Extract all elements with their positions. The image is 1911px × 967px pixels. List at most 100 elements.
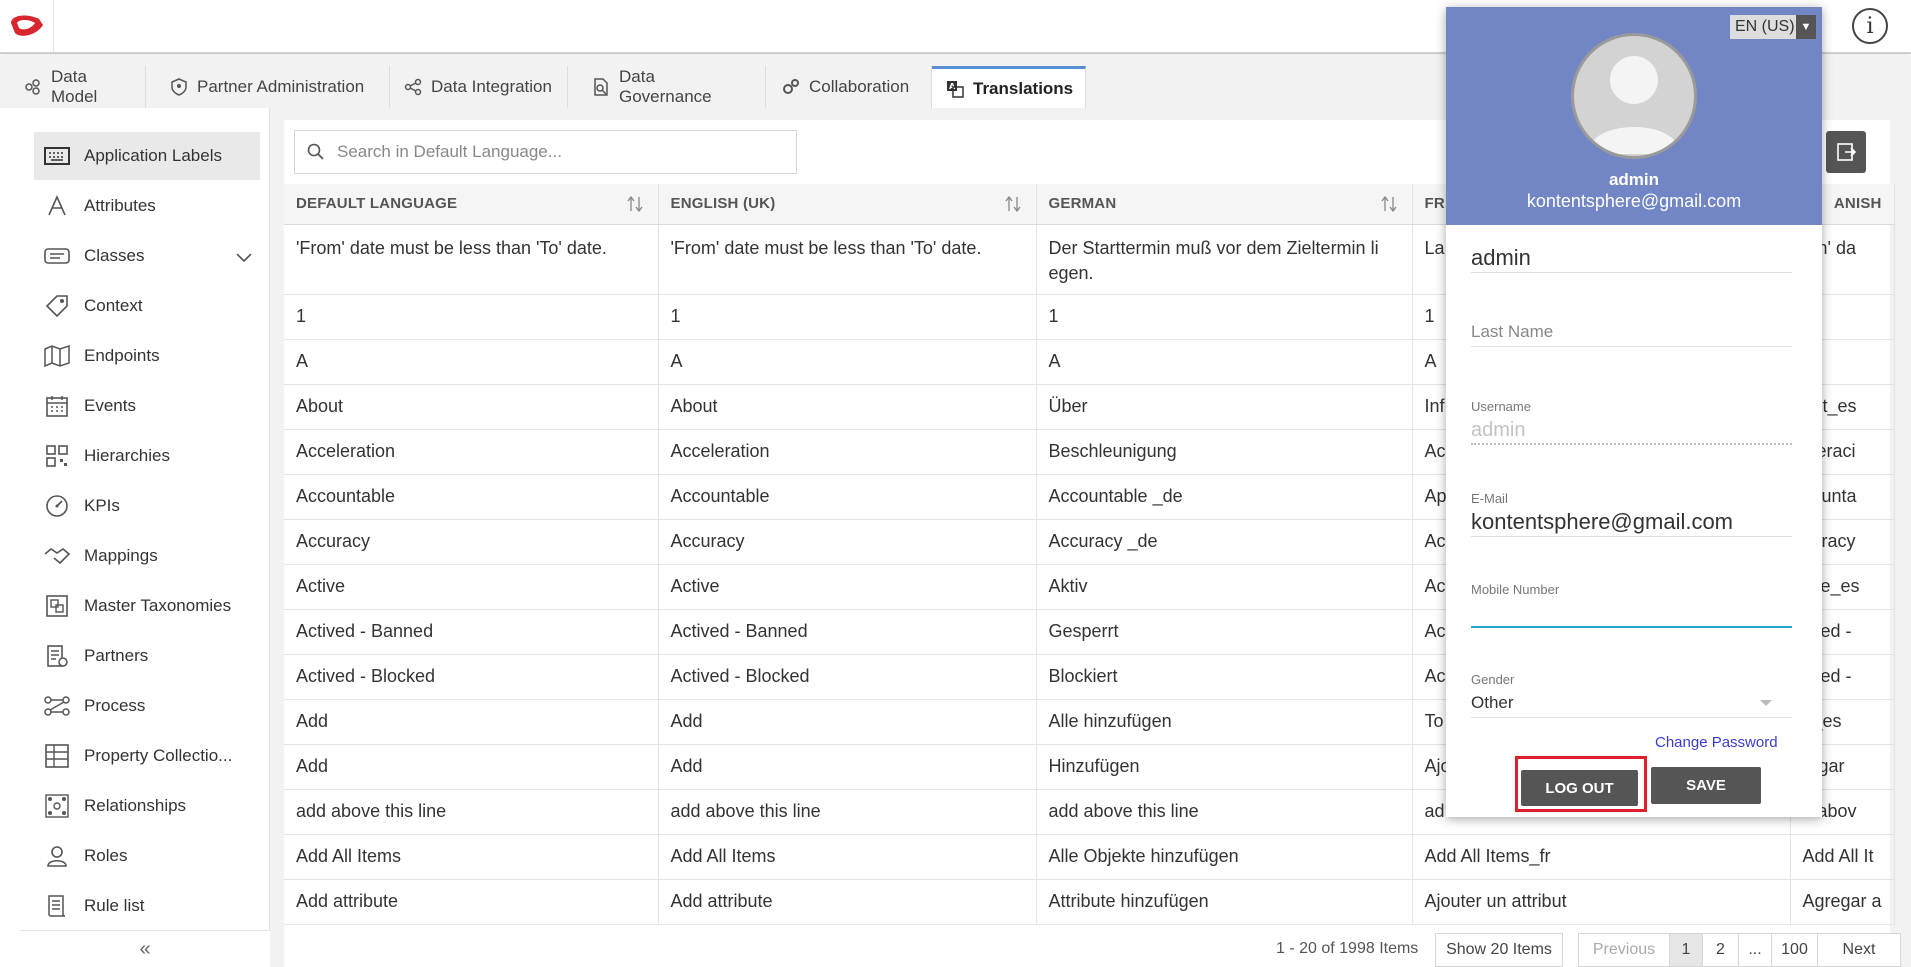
save-button[interactable]: SAVE [1651,767,1761,804]
tab-data-model[interactable]: Data Model [10,66,146,108]
app-logo[interactable] [0,0,54,52]
language-select[interactable]: EN (US) ▼ [1730,15,1816,39]
table-cell[interactable]: Add All Items [658,834,1037,880]
table-cell[interactable]: Accuracy [284,519,659,565]
table-cell[interactable]: Aktiv [1036,564,1413,610]
table-cell[interactable]: Acceleration [284,429,659,475]
column-header[interactable]: GERMAN [1036,184,1413,225]
page-button[interactable]: 1 [1669,933,1703,967]
gender-select[interactable]: Other [1471,688,1792,718]
mobile-number-field[interactable]: Mobile Number [1471,582,1792,628]
table-cell[interactable]: Actived - Blocked [284,654,659,700]
last-name-placeholder[interactable]: Last Name [1471,317,1792,347]
sidebar-item-hierarchies[interactable]: Hierarchies [34,432,260,480]
table-cell[interactable]: Beschleunigung [1036,429,1413,475]
sidebar-item-process[interactable]: Process [34,682,260,730]
first-name-field[interactable]: admin [1471,243,1792,273]
table-cell[interactable]: Accuracy [658,519,1037,565]
table-cell[interactable]: Acceleration [658,429,1037,475]
table-cell[interactable]: Add [284,744,659,790]
table-cell[interactable]: Add attribute [658,879,1037,925]
sidebar-item-partners[interactable]: Partners [34,632,260,680]
email-value[interactable]: kontentsphere@gmail.com [1471,507,1792,537]
table-cell[interactable]: 'From' date must be less than 'To' date. [658,224,1037,295]
table-cell[interactable]: Add attribute [284,879,659,925]
table-cell[interactable]: add above this line [658,789,1037,835]
table-cell[interactable]: Gesperrt [1036,609,1413,655]
chevron-down-icon[interactable] [236,248,252,268]
avatar[interactable] [1571,33,1697,159]
search-input[interactable]: Search in Default Language... [294,130,797,174]
table-cell[interactable]: Add All Items_fr [1412,834,1791,880]
table-cell[interactable]: Accountable _de [1036,474,1413,520]
change-password-link[interactable]: Change Password [1655,734,1778,751]
column-header[interactable]: ENGLISH (UK) [658,184,1037,225]
table-cell[interactable]: A [1036,339,1413,385]
mobile-value[interactable] [1471,598,1792,628]
sort-icon[interactable] [626,195,644,216]
sidebar-item-application-labels[interactable]: Application Labels [34,132,260,180]
sidebar-item-endpoints[interactable]: Endpoints [34,332,260,380]
sidebar-item-attributes[interactable]: Attributes [34,182,260,230]
table-cell[interactable]: Der Starttermin muß vor dem Zieltermin l… [1036,224,1413,295]
table-cell[interactable]: Attribute hinzufügen [1036,879,1413,925]
table-cell[interactable]: A [284,339,659,385]
logout-button[interactable]: LOG OUT [1521,770,1638,806]
table-cell[interactable]: A [658,339,1037,385]
info-button[interactable]: i [1852,8,1888,44]
table-cell[interactable]: 'From' date must be less than 'To' date. [284,224,659,295]
gender-field[interactable]: Gender Other [1471,672,1792,718]
last-name-field[interactable]: Last Name [1471,317,1792,347]
table-cell[interactable]: Add [658,699,1037,745]
next-page-button[interactable]: Next [1817,933,1901,967]
sidebar-item-events[interactable]: Events [34,382,260,430]
table-cell[interactable]: About [284,384,659,430]
table-cell[interactable]: Über [1036,384,1413,430]
sidebar-item-master-taxonomies[interactable]: Master Taxonomies [34,582,260,630]
table-cell[interactable]: Add All It [1790,834,1895,880]
tab-collaboration[interactable]: Collaboration [768,66,932,108]
table-row[interactable]: Add All Items Add All Items Alle Objekte h… [284,834,1895,880]
page-button[interactable]: 100 [1771,933,1818,967]
table-cell[interactable]: Alle hinzufügen [1036,699,1413,745]
sort-icon[interactable] [1004,195,1022,216]
sidebar-item-classes[interactable]: Classes [34,232,260,280]
sidebar-item-kpis[interactable]: KPIs [34,482,260,530]
export-button[interactable] [1826,131,1866,173]
tab-translations[interactable]: A Translations [932,66,1086,108]
sidebar-collapse-button[interactable]: « [20,930,270,967]
sidebar-item-roles[interactable]: Roles [34,832,260,880]
table-cell[interactable]: Actived - Banned [284,609,659,655]
table-cell[interactable]: Add [284,699,659,745]
table-cell[interactable]: add above this line [1036,789,1413,835]
tab-data-integration[interactable]: Data Integration [390,66,568,108]
table-cell[interactable]: Blockiert [1036,654,1413,700]
page-size-button[interactable]: Show 20 Items [1435,933,1563,967]
table-cell[interactable]: Actived - Blocked [658,654,1037,700]
first-name-value[interactable]: admin [1471,243,1792,273]
table-cell[interactable]: Add [658,744,1037,790]
sidebar-item-mappings[interactable]: Mappings [34,532,260,580]
sidebar-item-context[interactable]: Context [34,282,260,330]
sidebar-item-rule-list[interactable]: Rule list [34,882,260,930]
sidebar-item-relationships[interactable]: Relationships [34,782,260,830]
table-cell[interactable]: 1 [658,294,1037,340]
table-cell[interactable]: add above this line [284,789,659,835]
table-cell[interactable]: Active [284,564,659,610]
table-cell[interactable]: 1 [1036,294,1413,340]
column-header[interactable]: DEFAULT LANGUAGE [284,184,659,225]
table-cell[interactable]: Add All Items [284,834,659,880]
email-field[interactable]: E-Mail kontentsphere@gmail.com [1471,491,1792,537]
previous-page-button[interactable]: Previous [1578,933,1670,967]
table-cell[interactable]: Accuracy _de [1036,519,1413,565]
table-cell[interactable]: About [658,384,1037,430]
table-cell[interactable]: Ajouter un attribut [1412,879,1791,925]
table-cell[interactable]: 1 [284,294,659,340]
table-cell[interactable]: Agregar a [1790,879,1895,925]
table-cell[interactable]: Active [658,564,1037,610]
table-row[interactable]: Add attribute Add attribute Attribute hinz… [284,879,1895,925]
tab-data-governance[interactable]: Data Governance [578,66,766,108]
page-button[interactable]: 2 [1702,933,1739,967]
sort-icon[interactable] [1380,195,1398,216]
table-cell[interactable]: Hinzufügen [1036,744,1413,790]
